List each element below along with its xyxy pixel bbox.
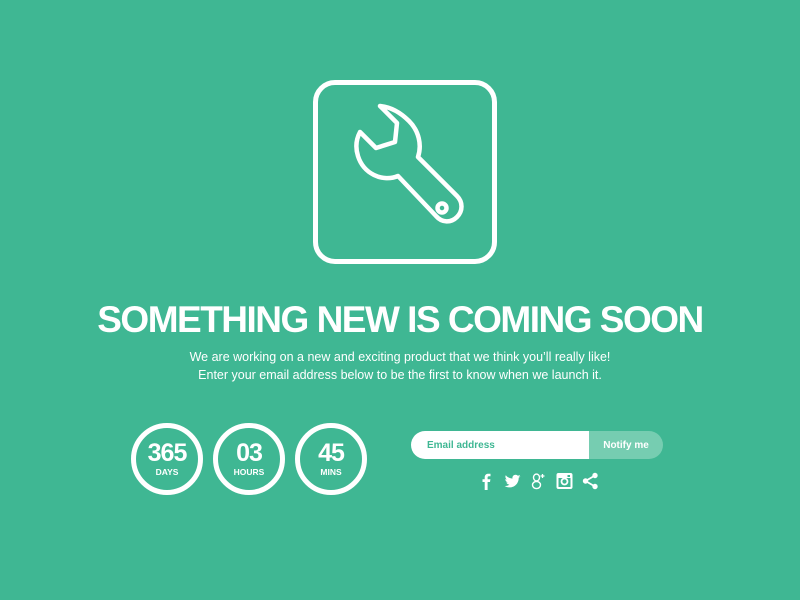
share-link[interactable] xyxy=(582,472,599,490)
countdown: 365 DAYS 03 HOURS 45 MINS xyxy=(131,423,367,495)
facebook-icon xyxy=(482,473,491,490)
hours-value: 03 xyxy=(236,439,263,467)
description-line-1: We are working on a new and exciting pro… xyxy=(189,350,611,364)
days-value: 365 xyxy=(147,439,188,467)
wrench-icon xyxy=(354,103,464,224)
share-icon xyxy=(582,472,598,490)
email-input[interactable] xyxy=(411,431,589,459)
page-title: SOMETHING NEW IS COMING SOON xyxy=(97,299,704,340)
countdown-hours: 03 HOURS xyxy=(213,423,285,495)
mins-value: 45 xyxy=(318,439,345,467)
days-label: DAYS xyxy=(155,467,179,477)
hours-label: HOURS xyxy=(233,467,265,477)
instagram-icon xyxy=(556,473,573,489)
description: We are working on a new and exciting pro… xyxy=(0,348,800,384)
countdown-days: 365 DAYS xyxy=(131,423,203,495)
twitter-link[interactable] xyxy=(504,472,521,490)
google-plus-icon xyxy=(531,473,545,490)
logo-frame xyxy=(313,80,497,264)
facebook-link[interactable] xyxy=(478,472,495,490)
twitter-icon xyxy=(504,474,521,488)
description-line-2: Enter your email address below to be the… xyxy=(198,368,602,382)
social-links xyxy=(478,472,599,490)
instagram-link[interactable] xyxy=(556,472,573,490)
mins-label: MINS xyxy=(320,467,342,477)
google-plus-link[interactable] xyxy=(530,472,547,490)
countdown-mins: 45 MINS xyxy=(295,423,367,495)
signup-form: Notify me xyxy=(411,431,663,459)
notify-button[interactable]: Notify me xyxy=(589,431,663,459)
